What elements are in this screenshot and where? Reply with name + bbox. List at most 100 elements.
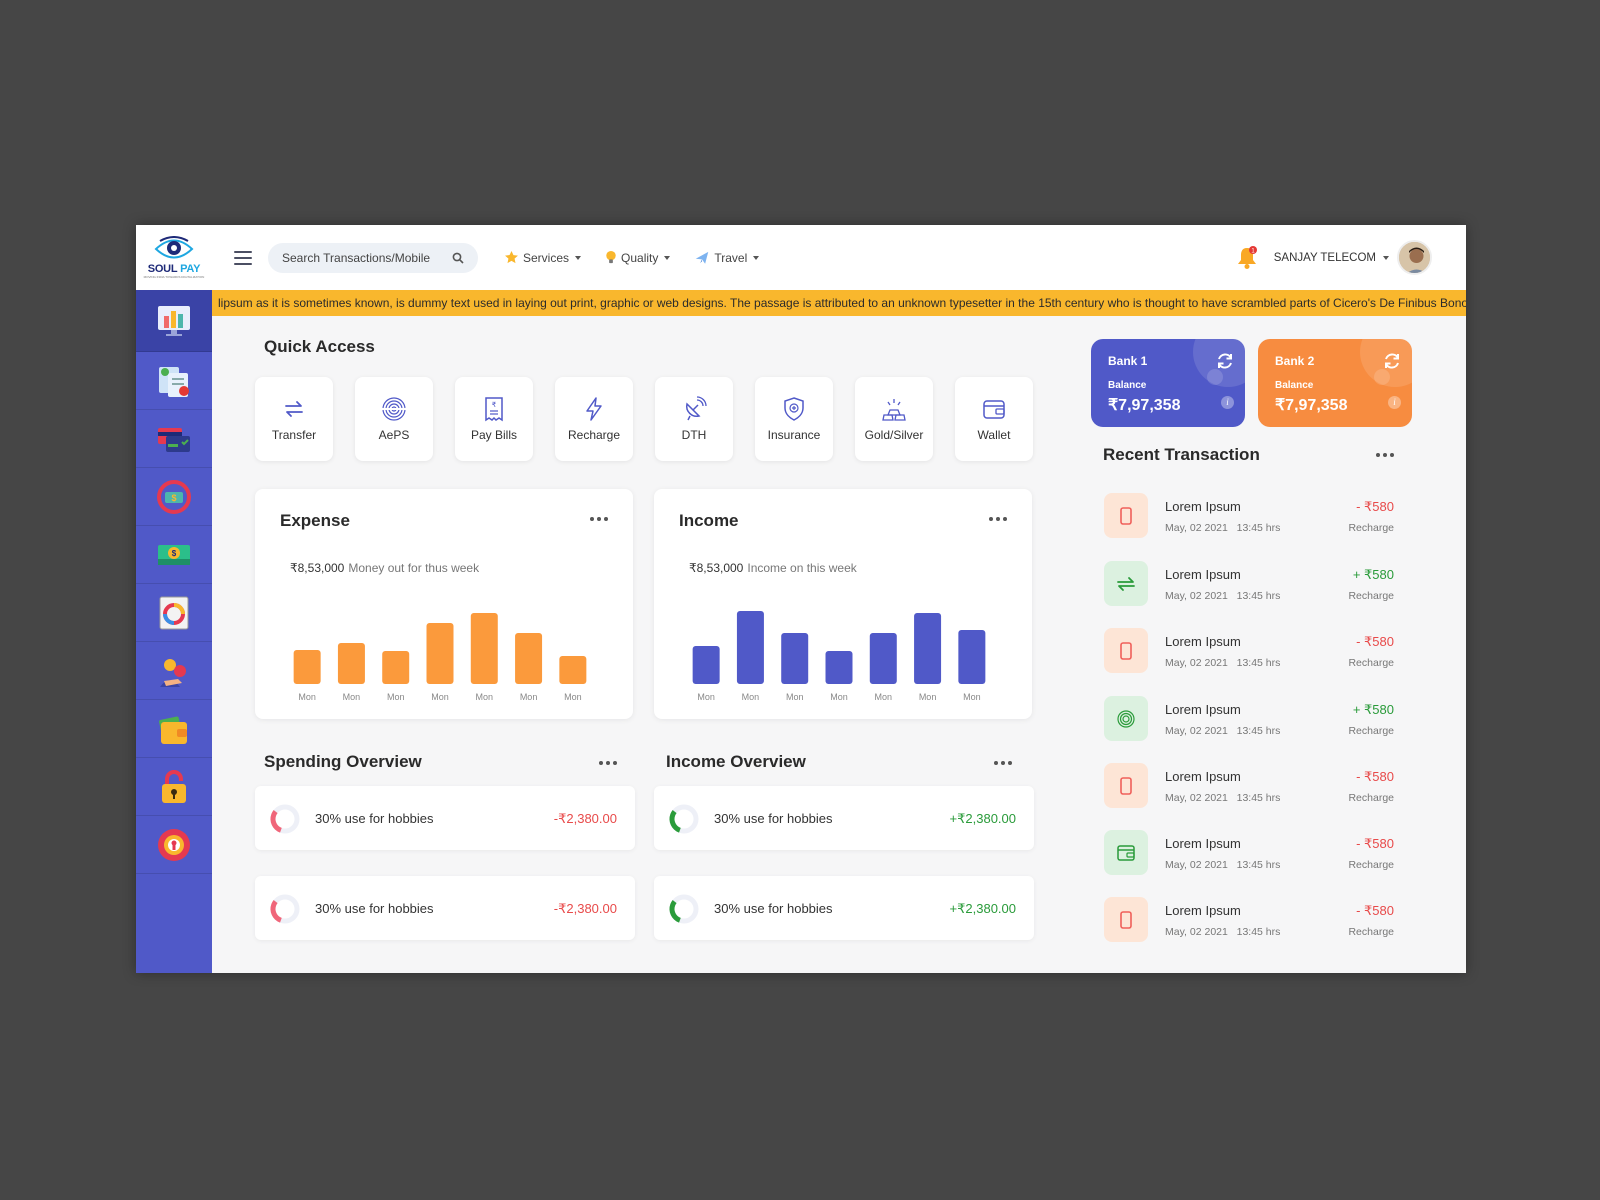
transaction-row[interactable]: Lorem Ipsum May, 02 2021 13:45 hrs - ₹58… <box>1104 763 1394 809</box>
menu-toggle-icon[interactable] <box>234 250 252 265</box>
x-tick-label: Mon <box>387 692 405 702</box>
refresh-icon[interactable] <box>1215 351 1235 371</box>
user-menu[interactable]: SANJAY TELECOM <box>1274 252 1389 264</box>
bar[interactable] <box>692 646 720 684</box>
spending-overview-item[interactable]: 30% use for hobbies -₹2,380.00 <box>255 876 635 940</box>
sidebar-item-cash[interactable]: $ <box>136 526 212 584</box>
sidebar-item-dashboard[interactable] <box>136 290 212 352</box>
transaction-type: Recharge <box>1348 926 1394 938</box>
balance-label: Balance <box>1275 380 1314 391</box>
overview-amount: +₹2,380.00 <box>949 901 1016 916</box>
quick-access-wallet[interactable]: Wallet <box>955 377 1033 461</box>
nav-quality[interactable]: Quality <box>605 250 671 265</box>
spending-overview-title: Spending Overview <box>264 752 422 771</box>
bar[interactable] <box>382 651 410 684</box>
spending-overview-more-icon[interactable] <box>596 758 620 768</box>
bar[interactable] <box>426 623 454 684</box>
recent-more-icon[interactable] <box>1373 450 1397 460</box>
notification-bell-icon[interactable]: 1 <box>1236 245 1258 270</box>
overview-amount: -₹2,380.00 <box>553 901 617 916</box>
transaction-row[interactable]: Lorem Ipsum May, 02 2021 13:45 hrs - ₹58… <box>1104 830 1394 876</box>
bar[interactable] <box>470 613 498 684</box>
spending-overview-item[interactable]: 30% use for hobbies -₹2,380.00 <box>255 786 635 850</box>
info-icon[interactable]: i <box>1388 396 1401 409</box>
bar[interactable] <box>559 656 587 684</box>
search-icon[interactable] <box>452 252 464 264</box>
transaction-row[interactable]: Lorem Ipsum May, 02 2021 13:45 hrs - ₹58… <box>1104 493 1394 539</box>
chevron-down-icon <box>664 255 671 260</box>
expense-title: Expense <box>280 511 350 530</box>
sidebar-item-security[interactable] <box>136 758 212 816</box>
quick-access-label: Recharge <box>567 428 621 442</box>
balance-amount: ₹7,97,358 <box>1108 397 1181 414</box>
quick-access-label: DTH <box>681 428 707 442</box>
refresh-icon[interactable] <box>1382 351 1402 371</box>
bar[interactable] <box>914 613 942 684</box>
x-tick-label: Mon <box>476 692 494 702</box>
transaction-row[interactable]: Lorem Ipsum May, 02 2021 13:45 hrs + ₹58… <box>1104 696 1394 742</box>
bank-card-1[interactable]: Bank 1 Balance ₹7,97,358 i <box>1091 339 1245 427</box>
lightning-icon <box>586 397 602 421</box>
income-overview-item[interactable]: 30% use for hobbies +₹2,380.00 <box>654 786 1034 850</box>
info-icon[interactable]: i <box>1221 396 1234 409</box>
quick-access-dth[interactable]: DTH <box>655 377 733 461</box>
bank-card-2[interactable]: Bank 2 Balance ₹7,97,358 i <box>1258 339 1412 427</box>
bar[interactable] <box>958 630 986 684</box>
transaction-row[interactable]: Lorem Ipsum May, 02 2021 13:45 hrs + ₹58… <box>1104 561 1394 607</box>
avatar[interactable] <box>1397 240 1432 275</box>
bar[interactable] <box>781 633 809 684</box>
income-overview-more-icon[interactable] <box>991 758 1015 768</box>
expense-more-icon[interactable] <box>587 514 611 524</box>
sidebar-item-users[interactable] <box>136 642 212 700</box>
quick-access-gold-silver[interactable]: Gold/Silver <box>855 377 933 461</box>
top-bar: SOUL PAY MOVING INDIA TOWARDS DIGITALIZA… <box>136 225 1466 290</box>
sidebar-item-forms[interactable] <box>136 352 212 410</box>
transaction-date: May, 02 2021 13:45 hrs <box>1165 725 1281 737</box>
transaction-amount: - ₹580 <box>1356 634 1394 649</box>
quick-access-insurance[interactable]: Insurance <box>755 377 833 461</box>
search-input[interactable] <box>282 250 447 265</box>
wallet-icon <box>983 400 1005 419</box>
bar[interactable] <box>293 650 321 684</box>
bar[interactable] <box>515 633 543 684</box>
logo-text: SOUL PAY <box>147 263 201 275</box>
progress-ring-icon <box>669 804 699 834</box>
transaction-row[interactable]: Lorem Ipsum May, 02 2021 13:45 hrs - ₹58… <box>1104 897 1394 943</box>
star-icon <box>505 250 518 264</box>
bar[interactable] <box>337 643 365 684</box>
quick-access-transfer[interactable]: Transfer <box>255 377 333 461</box>
dashboard-icon <box>158 305 190 336</box>
expense-caption: Money out for thus week <box>348 561 480 575</box>
quick-access-aeps[interactable]: AePS <box>355 377 433 461</box>
nav-services[interactable]: Services <box>504 250 582 265</box>
sidebar-item-support[interactable] <box>136 816 212 874</box>
bar[interactable] <box>825 651 853 684</box>
transaction-row[interactable]: Lorem Ipsum May, 02 2021 13:45 hrs - ₹58… <box>1104 628 1394 674</box>
sidebar-item-wallet[interactable] <box>136 700 212 758</box>
transaction-amount: + ₹580 <box>1352 567 1394 582</box>
overview-text: 30% use for hobbies <box>714 901 833 916</box>
quick-access-pay-bills[interactable]: ₹ Pay Bills <box>455 377 533 461</box>
transaction-date: May, 02 2021 13:45 hrs <box>1165 590 1281 602</box>
nav-travel[interactable]: Travel <box>694 250 760 265</box>
logo-tagline: MOVING INDIA TOWARDS DIGITALIZATION <box>143 275 205 279</box>
quick-access-label: AePS <box>378 428 410 442</box>
nav-quality-label: Quality <box>621 250 659 265</box>
quick-access-recharge[interactable]: Recharge <box>555 377 633 461</box>
user-name: SANJAY TELECOM <box>1273 251 1376 264</box>
transaction-type: Recharge <box>1348 725 1394 737</box>
income-overview-item[interactable]: 30% use for hobbies +₹2,380.00 <box>654 876 1034 940</box>
income-more-icon[interactable] <box>986 514 1010 524</box>
bar[interactable] <box>869 633 897 684</box>
gold-bars-icon <box>882 399 906 421</box>
x-tick-label: Mon <box>786 692 804 702</box>
sidebar-item-cards[interactable] <box>136 410 212 468</box>
sidebar-item-report[interactable] <box>136 584 212 642</box>
logo[interactable]: SOUL PAY MOVING INDIA TOWARDS DIGITALIZA… <box>136 225 212 290</box>
transaction-title: Lorem Ipsum <box>1165 769 1241 784</box>
transaction-type: Recharge <box>1348 657 1394 669</box>
bar[interactable] <box>736 611 764 684</box>
overview-text: 30% use for hobbies <box>315 901 434 916</box>
sidebar-item-money-transfer[interactable]: $ <box>136 468 212 526</box>
news-ticker: lipsum as it is sometimes known, is dumm… <box>212 290 1466 316</box>
